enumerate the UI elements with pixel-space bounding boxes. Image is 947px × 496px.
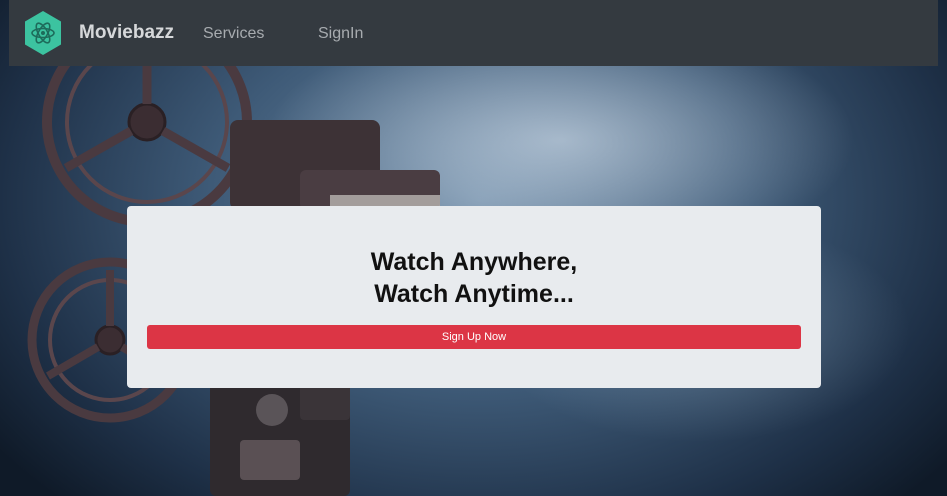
atom-hexagon-icon[interactable] xyxy=(24,10,62,56)
hero-card: Watch Anywhere, Watch Anytime... Sign Up… xyxy=(127,206,821,388)
nav-link-services[interactable]: Services xyxy=(203,25,264,43)
nav-link-signin[interactable]: SignIn xyxy=(318,25,363,43)
navbar: Moviebazz Services SignIn xyxy=(9,0,938,66)
hero-title-line2: Watch Anytime... xyxy=(374,280,574,308)
hero-title-line1: Watch Anywhere, xyxy=(370,248,578,276)
hero-title: Watch Anywhere, Watch Anytime... xyxy=(127,246,821,310)
brand-name[interactable]: Moviebazz xyxy=(79,22,174,44)
page: Moviebazz Services SignIn Watch Anywhere… xyxy=(0,0,947,496)
sign-up-now-button[interactable]: Sign Up Now xyxy=(147,325,801,349)
